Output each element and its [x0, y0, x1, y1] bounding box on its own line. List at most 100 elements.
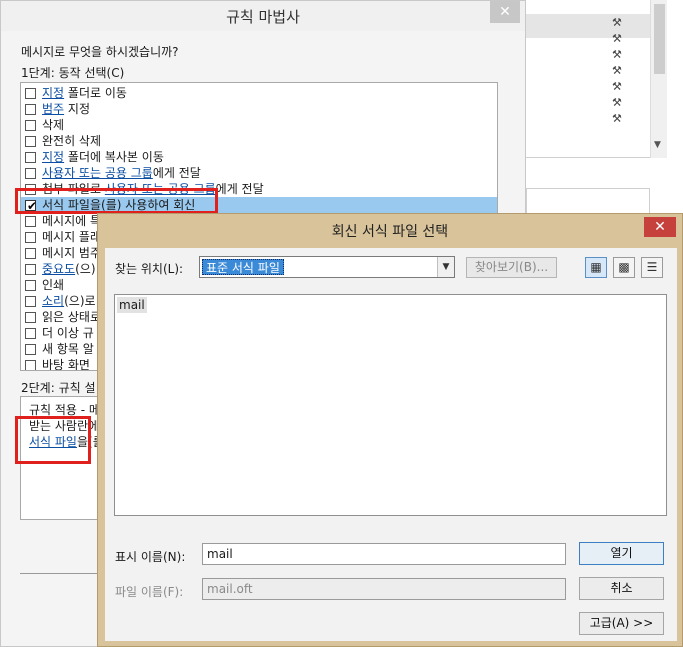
- action-checkbox[interactable]: [25, 344, 36, 355]
- look-in-value: 표준 서식 파일: [202, 259, 284, 275]
- reply-template-dialog: 회신 서식 파일 선택 ✕ 찾는 위치(L): 표준 서식 파일 ▼ 찾아보기(…: [97, 213, 683, 647]
- rule-row-icon: ⚒: [612, 80, 622, 93]
- action-checkbox[interactable]: [25, 104, 36, 115]
- action-text: 인쇄: [42, 278, 65, 292]
- action-link[interactable]: 범주: [42, 102, 64, 116]
- action-item[interactable]: 범주 지정: [21, 101, 497, 117]
- action-link[interactable]: 사용자 또는 공용 그룹: [42, 166, 153, 180]
- action-text: 완전히 삭제: [42, 134, 102, 148]
- wizard-title: 규칙 마법사: [226, 8, 300, 26]
- rule-row-icon: ⚒: [612, 48, 622, 61]
- open-button[interactable]: 열기: [579, 542, 664, 565]
- action-text: 지정: [64, 102, 90, 116]
- file-name-field: mail.oft: [202, 578, 566, 600]
- action-checkbox[interactable]: [25, 88, 36, 99]
- step2-label: 2단계: 규칙 설: [21, 381, 96, 395]
- rule-row-icon: ⚒: [612, 64, 622, 77]
- action-text: 메시지 플래: [42, 230, 102, 244]
- look-in-label: 찾는 위치(L):: [115, 262, 184, 276]
- scroll-down-icon[interactable]: ▼: [654, 140, 661, 150]
- display-name-field[interactable]: mail: [202, 543, 566, 565]
- list-view-icon[interactable]: ☰: [641, 257, 663, 278]
- action-item[interactable]: 삭제: [21, 117, 497, 133]
- action-link[interactable]: 소리: [42, 294, 64, 308]
- advanced-button[interactable]: 고급(A) >>: [579, 612, 664, 635]
- action-checkbox[interactable]: [25, 152, 36, 163]
- action-checkbox[interactable]: [25, 136, 36, 147]
- action-label: 인쇄: [42, 277, 64, 293]
- action-text: 삭제: [42, 118, 65, 132]
- action-label: 더 이상 규: [42, 325, 94, 341]
- action-label: 삭제: [42, 117, 64, 133]
- rule-row-icon: ⚒: [612, 96, 622, 109]
- action-label: 범주 지정: [42, 101, 90, 117]
- action-label: 사용자 또는 공용 그룹에게 전달: [42, 165, 201, 181]
- action-label: 완전히 삭제: [42, 133, 101, 149]
- wizard-titlebar: 규칙 마법사 ✕: [1, 1, 525, 31]
- large-icons-view-icon[interactable]: ▦: [585, 257, 607, 278]
- action-text: 바탕 화면: [42, 358, 90, 371]
- action-label: 메시지 범주: [42, 245, 101, 261]
- action-label: 바탕 화면: [42, 357, 90, 371]
- action-label: 지정 폴더로 이동: [42, 85, 127, 101]
- action-item[interactable]: 지정 폴더로 이동: [21, 85, 497, 101]
- scroll-thumb[interactable]: [654, 4, 665, 74]
- action-text: 폴더로 이동: [64, 86, 127, 100]
- background-selected-row[interactable]: [526, 14, 650, 38]
- action-label: 소리(으)로: [42, 293, 96, 309]
- action-item[interactable]: 완전히 삭제: [21, 133, 497, 149]
- template-file-list[interactable]: mail: [114, 294, 667, 516]
- action-text: 메시지 범주: [42, 246, 102, 260]
- cancel-button[interactable]: 취소: [579, 577, 664, 600]
- action-label: 새 항목 알: [42, 341, 94, 357]
- action-label: 지정 폴더에 복사본 이동: [42, 149, 164, 165]
- background-scrollbar[interactable]: ▼: [650, 0, 667, 158]
- action-label: 메시지 플래: [42, 229, 101, 245]
- action-label: 읽은 상태로: [42, 309, 101, 325]
- action-text: (으): [75, 262, 96, 276]
- action-link[interactable]: 지정: [42, 150, 64, 164]
- dialog-body: 찾는 위치(L): 표준 서식 파일 ▼ 찾아보기(B)... ▦ ▩ ☰ ma…: [105, 248, 677, 641]
- action-label: 중요도(으): [42, 261, 96, 277]
- action-text: (으)로: [64, 294, 96, 308]
- action-link[interactable]: 중요도: [42, 262, 75, 276]
- display-name-label: 표시 이름(N):: [115, 550, 186, 564]
- action-checkbox[interactable]: [25, 328, 36, 339]
- browse-button[interactable]: 찾아보기(B)...: [466, 257, 557, 278]
- highlight-box: [15, 416, 91, 464]
- action-checkbox[interactable]: [25, 296, 36, 307]
- chevron-down-icon[interactable]: ▼: [437, 257, 454, 277]
- action-checkbox[interactable]: [25, 168, 36, 179]
- highlight-box: [15, 188, 218, 214]
- look-in-select[interactable]: 표준 서식 파일 ▼: [199, 256, 455, 278]
- action-text: 읽은 상태로: [42, 310, 102, 324]
- action-item[interactable]: 사용자 또는 공용 그룹에게 전달: [21, 165, 497, 181]
- action-checkbox[interactable]: [25, 232, 36, 243]
- action-item[interactable]: 지정 폴더에 복사본 이동: [21, 149, 497, 165]
- action-checkbox[interactable]: [25, 312, 36, 323]
- action-label: 메시지에 특: [42, 213, 101, 229]
- action-text: 새 항목 알: [42, 342, 94, 356]
- action-text: 메시지에 특: [42, 214, 102, 228]
- file-item[interactable]: mail: [117, 297, 147, 313]
- action-text: 폴더에 복사본 이동: [64, 150, 164, 164]
- step1-label: 1단계: 동작 선택(C): [21, 66, 125, 80]
- dialog-close-button[interactable]: ✕: [644, 217, 676, 237]
- wizard-close-button[interactable]: ✕: [490, 1, 520, 23]
- background-list[interactable]: ⚒ ⚒ ⚒ ⚒ ⚒ ⚒ ⚒: [526, 0, 650, 158]
- action-checkbox[interactable]: [25, 248, 36, 259]
- file-name-label: 파일 이름(F):: [115, 585, 184, 599]
- small-icons-view-icon[interactable]: ▩: [613, 257, 635, 278]
- action-checkbox[interactable]: [25, 360, 36, 370]
- rule-row-icon: ⚒: [612, 32, 622, 45]
- action-checkbox[interactable]: [25, 216, 36, 227]
- rule-row-icon: ⚒: [612, 112, 622, 125]
- action-text: 더 이상 규: [42, 326, 94, 340]
- action-checkbox[interactable]: [25, 120, 36, 131]
- action-checkbox[interactable]: [25, 280, 36, 291]
- dialog-title: 회신 서식 파일 선택: [331, 224, 449, 240]
- action-link[interactable]: 지정: [42, 86, 64, 100]
- action-text: 에게 전달: [215, 182, 264, 196]
- action-text: 에게 전달: [152, 166, 201, 180]
- action-checkbox[interactable]: [25, 264, 36, 275]
